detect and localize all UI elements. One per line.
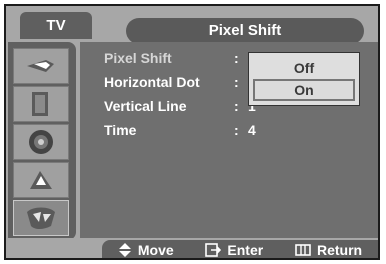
menu-colon: :: [234, 50, 239, 66]
dropdown-option-on[interactable]: On: [253, 79, 355, 101]
sidebar-item-channel[interactable]: [13, 124, 69, 160]
menu-colon: :: [234, 74, 239, 90]
sidebar: [8, 42, 76, 240]
picture-icon: [27, 60, 54, 72]
pixel-shift-dropdown[interactable]: Off On: [248, 52, 360, 106]
setup-icon: [30, 171, 52, 189]
sidebar-item-picture[interactable]: [13, 48, 69, 84]
sidebar-item-sound[interactable]: [13, 86, 69, 122]
page-title: Pixel Shift: [126, 18, 364, 44]
sidebar-item-input[interactable]: [13, 200, 69, 236]
hint-bar: Move Enter Return: [102, 240, 378, 258]
hint-move-label: Move: [137, 242, 174, 258]
menu-row-time[interactable]: Time: [104, 122, 136, 138]
menu-colon: :: [234, 98, 239, 114]
footer: Move Enter Return: [6, 238, 378, 258]
hint-return: Return: [295, 242, 362, 258]
hint-enter: Enter: [205, 242, 263, 258]
menu-row-horizontal-dot[interactable]: Horizontal Dot: [104, 74, 200, 90]
hint-move: Move: [118, 242, 174, 258]
menu-row-vertical-line[interactable]: Vertical Line: [104, 98, 186, 114]
hint-enter-label: Enter: [227, 242, 264, 258]
time-value: 4: [248, 122, 256, 138]
channel-icon: [29, 130, 53, 154]
enter-icon: [205, 243, 222, 257]
dropdown-option-off[interactable]: Off: [253, 57, 355, 79]
tv-tab[interactable]: TV: [20, 12, 92, 39]
menu-row-pixel-shift[interactable]: Pixel Shift: [104, 50, 172, 66]
input-icon: [27, 207, 55, 229]
sidebar-item-setup[interactable]: [13, 162, 69, 198]
sound-icon: [32, 92, 48, 116]
menu-colon: :: [234, 122, 239, 138]
return-icon: [295, 244, 311, 256]
osd-window: TV Pixel Shift Pixel Shift: Horizontal …: [4, 4, 380, 260]
hint-return-label: Return: [316, 242, 363, 258]
up-down-arrow-icon: [118, 243, 131, 257]
